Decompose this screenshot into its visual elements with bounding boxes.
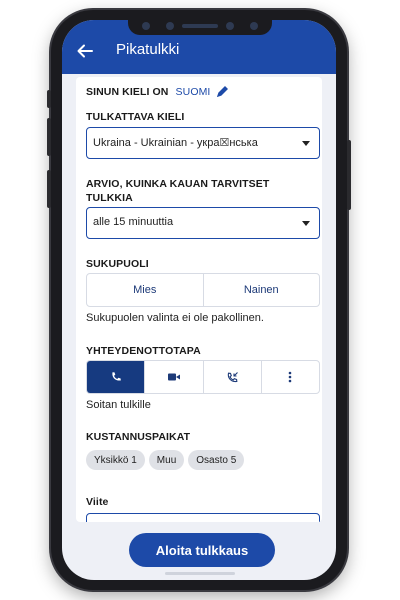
more-icon [288,371,292,383]
cost-center-chip[interactable]: Yksikkö 1 [86,450,145,470]
gender-toggle: Mies Nainen [86,273,320,307]
cost-center-chip[interactable]: Muu [148,450,185,470]
chevron-down-icon [302,141,310,146]
camera-dot [226,22,234,30]
form-card: SINUN KIELI ON SUOMI TULKATTAVA KIELI Uk… [76,77,322,522]
gender-label: SUKUPUOLI [86,258,149,270]
sensor-dot [250,22,258,30]
pencil-icon[interactable] [217,85,229,97]
gender-option-male[interactable]: Mies [87,274,203,306]
contact-option-more[interactable] [260,361,319,393]
mute-switch [47,90,51,108]
contact-option-callback[interactable] [202,361,261,393]
reference-input[interactable] [86,513,320,522]
contact-option-phone[interactable] [87,361,145,393]
my-language-link[interactable]: SUOMI [176,86,211,98]
gender-helper-text: Sukupuolen valinta ei ole pakollinen. [86,312,264,324]
cost-center-chips: Yksikkö 1 Muu Osasto 5 [86,450,245,470]
my-language-row: SINUN KIELI ON SUOMI [86,85,229,99]
chevron-down-icon [302,221,310,226]
duration-select[interactable]: alle 15 minuuttia [86,207,320,239]
home-indicator [165,572,235,575]
duration-label-line1: ARVIO, KUINKA KAUAN TARVITSET [86,178,270,190]
reference-label: Viite [86,496,109,508]
notch [128,17,272,35]
camera-dot [166,22,174,30]
power-button [347,140,351,210]
screen: Pikatulkki SINUN KIELI ON SUOMI TULKATTA… [62,20,336,580]
duration-value: alle 15 minuuttia [93,216,174,228]
my-language-label: SINUN KIELI ON [86,86,169,98]
gender-option-female[interactable]: Nainen [202,274,320,306]
interpret-language-value: Ukraina - Ukrainian - укра☒нська [93,137,258,149]
duration-label: ARVIO, KUINKA KAUAN TARVITSET TULKKIA [86,177,269,205]
contact-method-label: YHTEYDENOTTOTAPA [86,345,201,357]
interpret-language-select[interactable]: Ukraina - Ukrainian - укра☒нська [86,127,320,159]
contact-helper-text: Soitan tulkille [86,399,151,411]
cost-center-chip[interactable]: Osasto 5 [188,450,245,470]
contact-option-video[interactable] [144,361,202,393]
speaker-grille [182,24,218,28]
page-title: Pikatulkki [116,41,180,58]
start-interpreting-button[interactable]: Aloita tulkkaus [129,533,275,567]
interpret-language-label: TULKATTAVA KIELI [86,111,185,123]
video-icon [167,371,181,383]
duration-label-line2: TULKKIA [86,192,133,204]
phone-icon [110,371,122,383]
back-arrow-icon[interactable] [76,42,94,60]
sensor-dot [142,22,150,30]
contact-method-toggle [86,360,320,394]
volume-down-button [47,170,51,208]
cost-centers-label: KUSTANNUSPAIKAT [86,431,191,443]
callback-icon [226,371,239,384]
volume-up-button [47,118,51,156]
